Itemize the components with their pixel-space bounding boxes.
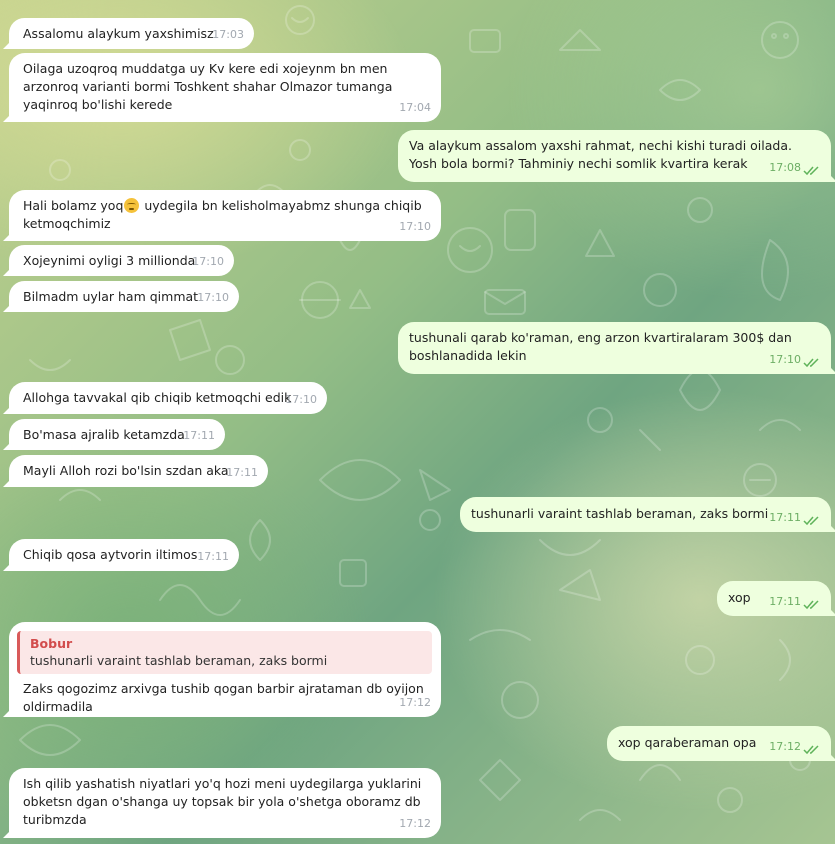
message-time: 17:11 <box>226 466 258 479</box>
chat-history[interactable]: Assalomu alaykum yaxshimisz 17:03 Oilaga… <box>0 0 835 844</box>
message-time: 17:10 <box>399 220 431 233</box>
message-text: Assalomu alaykum yaxshimisz <box>23 26 214 41</box>
message-text: Chiqib qosa aytvorin iltimos <box>23 547 198 562</box>
message-text: Ish qilib yashatish niyatlari yo'q hozi … <box>23 776 422 827</box>
message-incoming[interactable]: Ish qilib yashatish niyatlari yo'q hozi … <box>9 768 441 838</box>
message-incoming[interactable]: Assalomu alaykum yaxshimisz 17:03 <box>9 18 254 49</box>
message-time: 17:12 <box>399 817 431 830</box>
double-check-icon <box>803 600 819 610</box>
message-text: Oilaga uzoqroq muddatga uy Kv kere edi x… <box>23 61 393 112</box>
pensive-face-emoji-icon <box>124 198 140 213</box>
double-check-icon <box>803 166 819 176</box>
message-incoming-reply[interactable]: Bobur tushunarli varaint tashlab beraman… <box>9 622 441 717</box>
message-time: 17:12 <box>769 740 801 753</box>
message-text-part: Hali bolamz yoq <box>23 198 124 213</box>
message-time: 17:04 <box>399 101 431 114</box>
message-text: tushunali qarab ko'raman, eng arzon kvar… <box>409 330 792 363</box>
message-text: Zaks qogozimz arxivga tushib qogan barbi… <box>23 681 424 714</box>
message-time: 17:11 <box>183 429 215 442</box>
message-incoming[interactable]: Bilmadm uylar ham qimmat 17:10 <box>9 281 239 312</box>
message-outgoing[interactable]: xop 17:11 <box>717 581 831 616</box>
message-time: 17:12 <box>399 696 431 709</box>
message-incoming[interactable]: Oilaga uzoqroq muddatga uy Kv kere edi x… <box>9 53 441 122</box>
message-time: 17:10 <box>192 255 224 268</box>
message-outgoing[interactable]: tushunali qarab ko'raman, eng arzon kvar… <box>398 322 831 374</box>
message-text: Va alaykum assalom yaxshi rahmat, nechi … <box>409 138 792 171</box>
double-check-icon <box>803 745 819 755</box>
message-text: Bilmadm uylar ham qimmat <box>23 289 199 304</box>
message-time: 17:10 <box>769 353 801 366</box>
message-time: 17:11 <box>769 595 801 608</box>
message-text: Xojeynimi oyligi 3 millionda <box>23 253 196 268</box>
message-time: 17:11 <box>197 550 229 563</box>
message-incoming[interactable]: Chiqib qosa aytvorin iltimos 17:11 <box>9 539 239 571</box>
reply-author: Bobur <box>30 636 73 651</box>
message-text: xop <box>728 590 751 605</box>
reply-text: tushunarli varaint tashlab beraman, zaks… <box>30 653 328 668</box>
message-incoming[interactable]: Allohga tavvakal qib chiqib ketmoqchi ed… <box>9 382 327 414</box>
message-time: 17:03 <box>212 28 244 41</box>
message-time: 17:11 <box>769 511 801 524</box>
message-text: Mayli Alloh rozi bo'lsin szdan aka <box>23 463 229 478</box>
message-text: xop qaraberaman opa <box>618 735 757 750</box>
reply-quote[interactable]: Bobur tushunarli varaint tashlab beraman… <box>17 631 432 674</box>
double-check-icon <box>803 516 819 526</box>
message-time: 17:08 <box>769 161 801 174</box>
message-outgoing[interactable]: Va alaykum assalom yaxshi rahmat, nechi … <box>398 130 831 182</box>
message-incoming[interactable]: Xojeynimi oyligi 3 millionda 17:10 <box>9 245 234 276</box>
message-time: 17:10 <box>285 393 317 406</box>
message-incoming[interactable]: Mayli Alloh rozi bo'lsin szdan aka 17:11 <box>9 455 268 487</box>
message-incoming[interactable]: Hali bolamz yoq uydegila bn kelisholmaya… <box>9 190 441 241</box>
message-incoming[interactable]: Bo'masa ajralib ketamzda 17:11 <box>9 419 225 450</box>
message-text: Allohga tavvakal qib chiqib ketmoqchi ed… <box>23 390 292 405</box>
message-text: tushunarli varaint tashlab beraman, zaks… <box>471 506 769 521</box>
message-outgoing[interactable]: tushunarli varaint tashlab beraman, zaks… <box>460 497 831 532</box>
double-check-icon <box>803 358 819 368</box>
message-outgoing[interactable]: xop qaraberaman opa 17:12 <box>607 726 831 761</box>
message-text: Hali bolamz yoq uydegila bn kelisholmaya… <box>23 197 427 233</box>
message-time: 17:10 <box>197 291 229 304</box>
message-text: Bo'masa ajralib ketamzda <box>23 427 185 442</box>
